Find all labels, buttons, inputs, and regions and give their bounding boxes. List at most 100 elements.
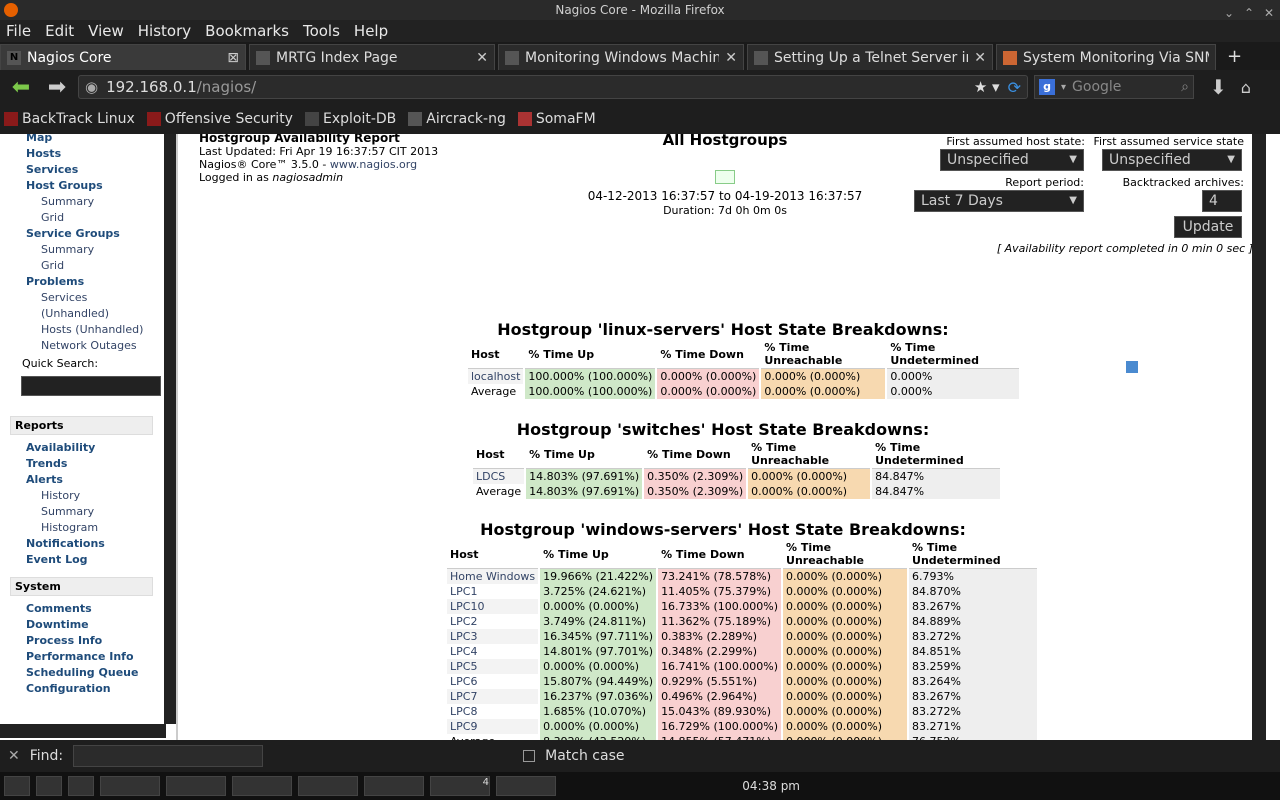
bookmark-star-icon[interactable]: ★ ▾ [974, 78, 1000, 96]
task-app-6[interactable]: 4 [430, 776, 490, 796]
bookmark-offensive-security[interactable]: Offensive Security [146, 111, 293, 127]
menu-help[interactable]: Help [354, 22, 388, 40]
tab-mrtg[interactable]: MRTG Index Page ✕ [249, 44, 495, 70]
close-tab-icon[interactable]: ✕ [974, 50, 986, 66]
terminal-icon[interactable] [36, 776, 62, 796]
host-cell[interactable]: Home Windows [447, 569, 539, 584]
chevron-down-icon: ▼ [1069, 195, 1077, 206]
sidebar-map[interactable]: Map [26, 134, 52, 144]
sidebar-hosts[interactable]: Hosts [26, 147, 61, 160]
menu-view[interactable]: View [88, 22, 124, 40]
bookmark-backtrack[interactable]: BackTrack Linux [4, 111, 135, 127]
sidebar-horizontal-scrollbar[interactable] [0, 724, 166, 738]
value-cell: 84.889% [909, 614, 1038, 629]
tab-monitoring-windows[interactable]: Monitoring Windows Machines ✕ [498, 44, 744, 70]
trends-chart-icon[interactable] [715, 170, 735, 184]
host-cell[interactable]: LPC4 [447, 644, 538, 659]
sidebar-downtime[interactable]: Downtime [26, 618, 89, 631]
menu-history[interactable]: History [138, 22, 191, 40]
host-cell[interactable]: LPC8 [447, 704, 538, 719]
sidebar-alerts[interactable]: Alerts [26, 473, 63, 486]
forward-arrow-icon[interactable]: ➡ [42, 75, 72, 100]
task-app-4[interactable] [298, 776, 358, 796]
sidebar-sg-summary[interactable]: Summary [41, 243, 94, 256]
match-case-checkbox[interactable] [523, 750, 536, 762]
sidebar-hg-summary[interactable]: Summary [41, 195, 94, 208]
nagios-sidebar: Map Hosts Services Host Groups Summary G… [0, 134, 178, 740]
sidebar-notifications[interactable]: Notifications [26, 537, 105, 550]
menu-file[interactable]: File [6, 22, 31, 40]
menu-bookmarks[interactable]: Bookmarks [205, 22, 289, 40]
host-cell[interactable]: LPC3 [447, 629, 539, 644]
close-tab-icon[interactable]: ✕ [476, 50, 488, 66]
sidebar-host-groups[interactable]: Host Groups [26, 179, 103, 192]
sidebar-configuration[interactable]: Configuration [26, 682, 111, 695]
sidebar-scheduling-queue[interactable]: Scheduling Queue [26, 666, 138, 679]
sidebar-services[interactable]: Services [26, 163, 78, 176]
sidebar-availability[interactable]: Availability [26, 441, 95, 454]
search-icon[interactable]: ⌕ [1181, 79, 1189, 95]
backtracked-input[interactable]: 4 [1202, 190, 1242, 212]
tab-snmp[interactable]: System Monitoring Via SNM... [996, 44, 1216, 70]
sidebar-process-info[interactable]: Process Info [26, 634, 102, 647]
host-cell[interactable]: LPC6 [447, 674, 538, 689]
browser-launcher-icon[interactable] [68, 776, 94, 796]
home-icon[interactable]: ⌂ [1241, 78, 1251, 97]
bookmark-exploit-db[interactable]: Exploit-DB [304, 111, 396, 127]
new-tab-icon[interactable]: + [1219, 44, 1250, 70]
host-cell[interactable]: LPC10 [447, 599, 539, 614]
close-tab-icon[interactable]: ✕ [725, 50, 737, 66]
sidebar-performance-info[interactable]: Performance Info [26, 650, 134, 663]
tab-nagios-core[interactable]: N Nagios Core ⊠ [0, 44, 246, 70]
sidebar-event-log[interactable]: Event Log [26, 553, 88, 566]
menu-edit[interactable]: Edit [45, 22, 74, 40]
host-cell[interactable]: LPC9 [447, 719, 539, 734]
close-find-icon[interactable]: ✕ [8, 748, 20, 764]
url-bar[interactable]: ◉ 192.168.0.1/nagios/ ★ ▾ ⟳ [78, 75, 1028, 99]
bookmark-somafm[interactable]: SomaFM [517, 111, 596, 127]
sidebar-alerts-histogram[interactable]: Histogram [41, 521, 98, 534]
kde-menu-icon[interactable] [4, 776, 30, 796]
sidebar-comments[interactable]: Comments [26, 602, 92, 615]
sidebar-sg-grid[interactable]: Grid [41, 259, 64, 272]
first-service-state-select[interactable]: Unspecified ▼ [1102, 149, 1242, 171]
task-firefox[interactable] [166, 776, 226, 796]
bookmark-aircrack[interactable]: Aircrack-ng [408, 111, 506, 127]
find-input[interactable] [73, 745, 264, 767]
value-cell: 3.725% (24.621%) [540, 584, 657, 599]
first-host-state-select[interactable]: Unspecified ▼ [940, 149, 1084, 171]
close-tab-icon[interactable]: ⊠ [227, 50, 239, 66]
menu-tools[interactable]: Tools [303, 22, 340, 40]
sidebar-service-groups[interactable]: Service Groups [26, 227, 120, 240]
quick-search-input[interactable] [21, 376, 161, 396]
tab-telnet[interactable]: Setting Up a Telnet Server in... ✕ [747, 44, 993, 70]
sidebar-alerts-history[interactable]: History [41, 489, 80, 502]
sidebar-scrollbar[interactable] [164, 134, 176, 724]
host-cell[interactable]: LPC2 [447, 614, 538, 629]
task-app-3[interactable] [232, 776, 292, 796]
sidebar-alerts-summary[interactable]: Summary [41, 505, 94, 518]
download-icon[interactable]: ⬇ [1210, 75, 1227, 99]
host-cell[interactable]: LPC1 [447, 584, 538, 599]
task-app-7[interactable] [496, 776, 556, 796]
table-row: LPC7 16.237% (97.036%) 0.496% (2.964%) 0.00… [447, 689, 1038, 704]
search-box[interactable]: g ▾ Google ⌕ [1034, 75, 1194, 99]
host-cell[interactable]: LPC5 [447, 659, 539, 674]
export-icon[interactable] [1126, 361, 1138, 373]
sidebar-trends[interactable]: Trends [26, 457, 67, 470]
report-period-select[interactable]: Last 7 Days ▼ [914, 190, 1084, 212]
sidebar-network-outages[interactable]: Network Outages [41, 339, 137, 352]
page-scrollbar[interactable] [1252, 134, 1266, 740]
host-cell[interactable]: LPC7 [447, 689, 539, 704]
task-app-1[interactable] [100, 776, 160, 796]
back-arrow-icon[interactable]: ⬅ [6, 75, 36, 100]
sidebar-hg-grid[interactable]: Grid [41, 211, 64, 224]
sidebar-problems[interactable]: Problems [26, 275, 84, 288]
task-app-5[interactable] [364, 776, 424, 796]
table-row: Average 14.803% (97.691%) 0.350% (2.309%) 0… [473, 484, 1001, 499]
table-row: LPC6 15.807% (94.449%) 0.929% (5.551%) 0.00… [447, 674, 1038, 689]
sidebar-problem-services[interactable]: Services [41, 291, 87, 304]
reload-icon[interactable]: ⟳ [1008, 78, 1021, 97]
chevron-down-icon[interactable]: ▾ [1061, 82, 1066, 93]
update-button[interactable]: Update [1174, 216, 1242, 238]
